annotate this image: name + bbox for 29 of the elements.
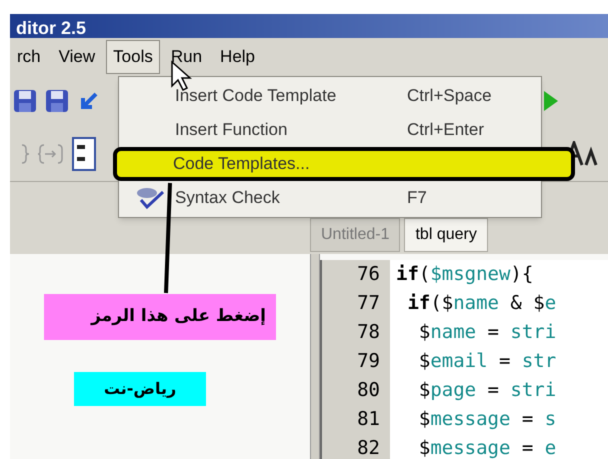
line-number: 79 — [356, 349, 381, 374]
code-line: $name = stri — [418, 320, 558, 345]
menu-item[interactable]: Run — [164, 40, 210, 74]
menu-item[interactable]: rch — [10, 40, 48, 74]
menu-item[interactable]: Tools — [106, 40, 160, 74]
code-line: $message = e — [418, 436, 558, 459]
list-icon[interactable] — [72, 136, 96, 170]
line-number: 78 — [356, 320, 381, 345]
line-number: 82 — [356, 436, 381, 459]
line-number: 80 — [356, 378, 381, 403]
code-line: if($name & $e — [406, 291, 558, 316]
code-line: $page = stri — [418, 378, 558, 403]
menu-option[interactable]: Code Templates... — [113, 147, 575, 181]
code-editor[interactable]: 76 77 78 79 80 81 82 if($msgnew){ if($name & $e $name = stri $email = str $page = stri $message = s $message = e — [320, 260, 608, 459]
callout-label: إضغط على هذا الرمز — [44, 294, 276, 340]
line-number: 81 — [356, 407, 381, 432]
line-number: 76 — [356, 262, 381, 287]
menu-option[interactable]: Insert Code Template Ctrl+Space — [119, 79, 541, 113]
code-line: $message = s — [418, 407, 558, 432]
file-tab[interactable]: tbl query — [404, 218, 488, 252]
menu-item[interactable]: View — [52, 40, 102, 74]
menu-item[interactable]: Help — [213, 40, 262, 74]
credit-label: رياض-نت — [74, 372, 206, 406]
code-line: if($msgnew){ — [396, 262, 534, 287]
line-number: 77 — [356, 291, 381, 316]
code-line: $email = str — [418, 349, 558, 374]
menu-option[interactable]: Syntax Check F7 — [119, 181, 541, 215]
window-title: ditor 2.5 — [16, 20, 86, 36]
menu-option[interactable]: Insert Function Ctrl+Enter — [119, 113, 541, 147]
